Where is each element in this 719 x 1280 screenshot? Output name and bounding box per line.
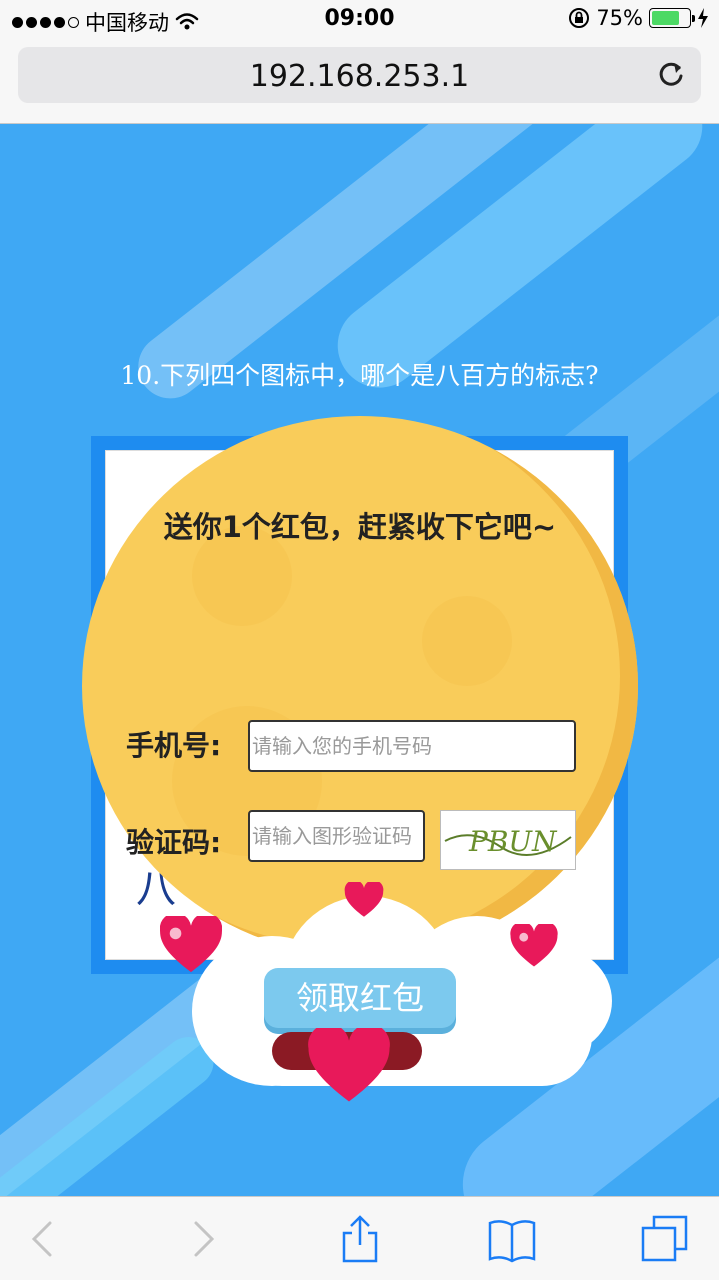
heart-icon bbox=[344, 882, 384, 917]
battery-percent: 75% bbox=[596, 6, 643, 30]
captcha-input[interactable] bbox=[248, 810, 425, 862]
phone-label: 手机号: bbox=[126, 729, 222, 762]
browser-toolbar bbox=[0, 1196, 719, 1280]
battery-icon bbox=[649, 8, 695, 28]
heart-icon bbox=[308, 1028, 390, 1102]
captcha-graphic: PBUN bbox=[444, 825, 572, 858]
orientation-lock-icon bbox=[569, 8, 590, 28]
captcha-image[interactable]: PBUN bbox=[440, 810, 576, 870]
phone-input[interactable] bbox=[248, 720, 576, 772]
status-bar: 中国移动 09:00 75% bbox=[0, 0, 719, 40]
claim-red-packet-button[interactable]: 领取红包 bbox=[264, 968, 456, 1028]
captcha-text: PBUN bbox=[468, 825, 558, 858]
moon-spot bbox=[422, 596, 512, 686]
red-packet-popup: 送你1个红包，赶紧收下它吧~ 手机号: 验证码: PBUN 领 bbox=[82, 416, 638, 1102]
page-content: 10.下列四个图标中，哪个是八百方的标志? 八 送你1个红包，赶紧收下它吧~ 手… bbox=[0, 124, 719, 1196]
popup-moon-background bbox=[82, 416, 638, 956]
back-icon[interactable] bbox=[18, 1215, 68, 1263]
browser-address-bar: 192.168.253.1 bbox=[0, 40, 719, 124]
popup-title: 送你1个红包，赶紧收下它吧~ bbox=[163, 510, 557, 544]
quiz-question: 10.下列四个图标中，哪个是八百方的标志? bbox=[120, 361, 599, 390]
status-right: 75% bbox=[568, 6, 709, 30]
heart-icon bbox=[160, 916, 222, 973]
heart-icon bbox=[510, 924, 558, 967]
captcha-label: 验证码: bbox=[126, 826, 222, 859]
share-icon[interactable] bbox=[335, 1215, 385, 1263]
tabs-icon[interactable] bbox=[640, 1215, 690, 1263]
url-text[interactable]: 192.168.253.1 bbox=[18, 59, 701, 94]
reload-icon[interactable] bbox=[655, 59, 687, 91]
forward-icon[interactable] bbox=[178, 1215, 228, 1263]
bookmarks-icon[interactable] bbox=[487, 1215, 537, 1263]
url-field[interactable]: 192.168.253.1 bbox=[18, 47, 701, 103]
charging-bolt-icon bbox=[698, 8, 708, 28]
